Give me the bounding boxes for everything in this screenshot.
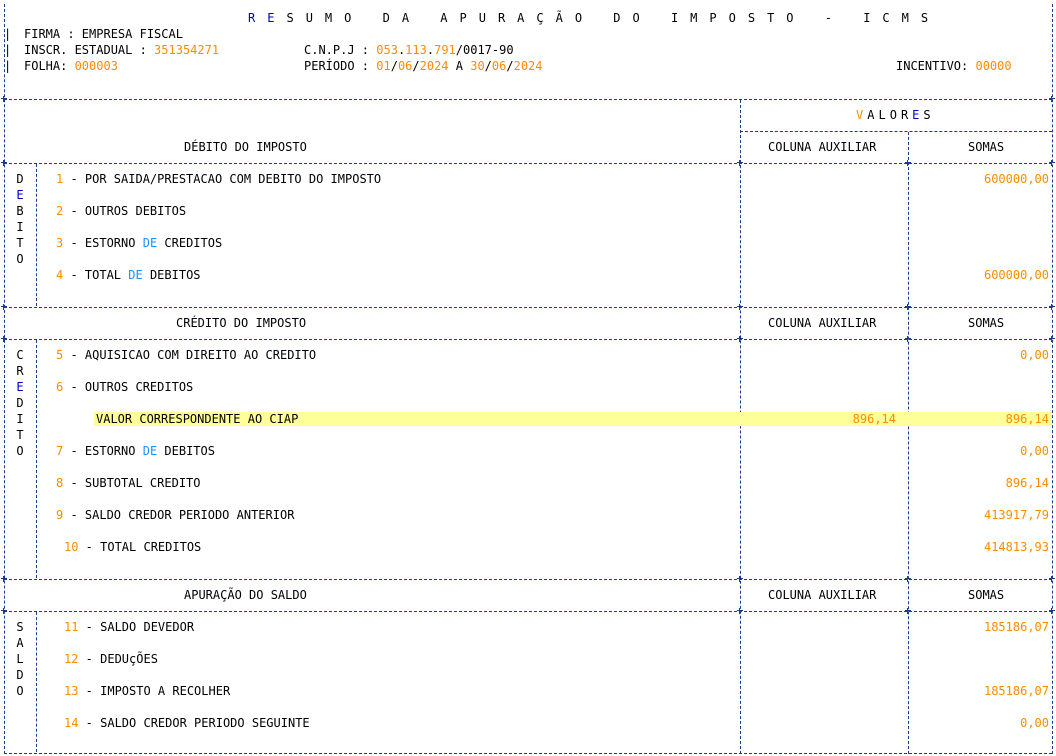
credito-row: 5 - AQUISICAO COM DIREITO AO CREDITO	[56, 348, 317, 362]
saldo-side-letter: L	[16, 652, 24, 666]
saldo-row: 14 - SALDO CREDOR PERIODO SEGUINTE	[64, 716, 310, 730]
credito-row: 9 - SALDO CREDOR PERIODO ANTERIOR	[56, 508, 295, 522]
rule-cross	[1, 336, 7, 342]
ciap-row-somas: 896,14	[1005, 412, 1049, 426]
firma-line: FIRMA : EMPRESA FISCAL	[24, 27, 183, 41]
col-aux-header: COLUNA AUXILIAR	[768, 316, 877, 330]
saldo-side-letter: S	[16, 620, 24, 634]
side-divider-debito	[36, 164, 37, 306]
rule-header-bottom	[4, 99, 1052, 100]
rule-cross	[1, 608, 7, 614]
side-divider-saldo	[36, 612, 37, 752]
saldo-section-title: APURAÇÃO DO SALDO	[184, 588, 307, 602]
saldo-row-somas: 0,00	[1020, 716, 1049, 730]
frame-left-upper	[4, 4, 5, 754]
frame-right	[1052, 4, 1053, 754]
rule-cross	[1, 304, 7, 310]
header-pipes: | | |	[4, 27, 12, 73]
debito-row: 1 - POR SAIDA/PRESTACAO COM DEBITO DO IM…	[56, 172, 382, 186]
credito-side-letter: D	[16, 396, 24, 410]
debito-row: 4 - TOTAL DE DEBITOS	[56, 268, 201, 282]
credito-side-letter: C	[16, 348, 24, 362]
credito-side-letter: R	[16, 364, 24, 378]
saldo-row: 11 - SALDO DEVEDOR	[64, 620, 195, 634]
saldo-row-somas: 185186,07	[983, 620, 1049, 634]
credito-row-somas: 896,14	[1005, 476, 1049, 490]
incentivo-line: INCENTIVO: 00000	[896, 59, 1012, 73]
debito-row-somas: 600000,00	[983, 172, 1049, 186]
rule-saldo-bottom	[4, 753, 1052, 754]
credito-row-somas: 414813,93	[983, 540, 1049, 554]
rule-cross	[1, 96, 7, 102]
credito-side-letter: E	[16, 380, 24, 394]
debito-side-letter: O	[16, 252, 24, 266]
debito-row: 2 - OUTROS DEBITOS	[56, 204, 187, 218]
credito-row: 7 - ESTORNO DE DEBITOS	[56, 444, 215, 458]
credito-row-somas: 413917,79	[983, 508, 1049, 522]
saldo-row: 13 - IMPOSTO A RECOLHER	[64, 684, 231, 698]
rule-cross	[1049, 576, 1055, 582]
saldo-row: 12 - DEDUçÕES	[64, 652, 158, 666]
debito-side-letter: B	[16, 204, 24, 218]
col-aux-header: COLUNA AUXILIAR	[768, 140, 877, 154]
credito-row-somas: 0,00	[1020, 348, 1049, 362]
col-somas-header: SOMAS	[968, 316, 1005, 330]
saldo-side-letter: D	[16, 668, 24, 682]
folha-line: FOLHA: 000003	[24, 59, 118, 73]
debito-side-letter: E	[16, 188, 24, 202]
saldo-side-letter: O	[16, 684, 24, 698]
inscr-line: INSCR. ESTADUAL : 351354271	[24, 43, 220, 57]
col-somas-left-upper	[908, 132, 909, 754]
ciap-row-aux: 896,14	[852, 412, 896, 426]
rule-cross	[1049, 96, 1055, 102]
debito-side-letter: D	[16, 172, 24, 186]
credito-side-letter: I	[16, 412, 24, 426]
side-divider-credito	[36, 340, 37, 578]
credito-row-somas: 0,00	[1020, 444, 1049, 458]
rule-credito-bottom	[4, 579, 1052, 580]
saldo-row-somas: 185186,07	[983, 684, 1049, 698]
saldo-side-letter: A	[16, 636, 24, 650]
credito-row: 10 - TOTAL CREDITOS	[64, 540, 202, 554]
rule-cross	[1, 576, 7, 582]
debito-row: 3 - ESTORNO DE CREDITOS	[56, 236, 223, 250]
report-title: RESUMO DA APURAÇÃO DO IMPOSTO - ICMS	[248, 11, 941, 25]
rule-cross	[1, 160, 7, 166]
credito-side-letter: T	[16, 428, 24, 442]
col-somas-header: SOMAS	[968, 588, 1005, 602]
rule-debito-bottom	[4, 307, 1052, 308]
debito-side-letter: I	[16, 220, 24, 234]
rule-debito-header	[4, 163, 1052, 164]
rule-credito-header	[4, 339, 1052, 340]
rule-cross	[1049, 304, 1055, 310]
col-aux-header: COLUNA AUXILIAR	[768, 588, 877, 602]
rule-cross	[1049, 160, 1055, 166]
credito-row: 8 - SUBTOTAL CREDITO	[56, 476, 201, 490]
col-somas-header: SOMAS	[968, 140, 1005, 154]
credito-section-title: CRÉDITO DO IMPOSTO	[176, 316, 307, 330]
credito-row: 6 - OUTROS CREDITOS	[56, 380, 194, 394]
debito-section-title: DÉBITO DO IMPOSTO	[184, 140, 307, 154]
ciap-row-label: VALOR CORRESPONDENTE AO CIAP	[96, 412, 299, 426]
rule-cross	[1049, 336, 1055, 342]
rule-valores	[740, 131, 1052, 132]
valores-title: VALORES	[856, 108, 935, 122]
debito-side-letter: T	[16, 236, 24, 250]
rule-saldo-header	[4, 611, 1052, 612]
col-aux-left	[740, 100, 741, 754]
credito-side-letter: O	[16, 444, 24, 458]
cnpj-line: C.N.P.J : 053.113.791/0017-90	[304, 43, 514, 57]
rule-cross	[1049, 608, 1055, 614]
debito-row-somas: 600000,00	[983, 268, 1049, 282]
periodo-line: PERÍODO : 01/06/2024 A 30/06/2024	[304, 59, 543, 73]
